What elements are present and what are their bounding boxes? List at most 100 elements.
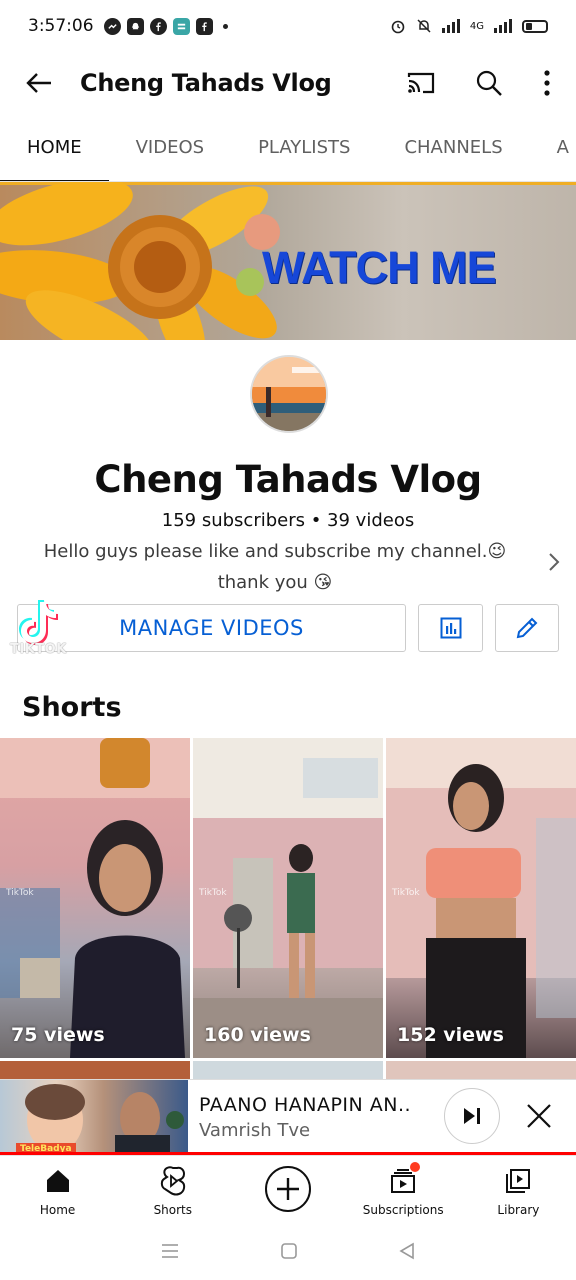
system-navigation-bar <box>0 1225 576 1280</box>
status-system-icons: 4G <box>390 18 548 34</box>
short-thumbnail-image <box>386 738 576 1058</box>
bell-muted-icon <box>417 19 431 33</box>
channel-stats: 159 subscribers • 39 videos <box>161 510 415 531</box>
analytics-icon <box>440 617 461 639</box>
avatar-image <box>252 357 326 431</box>
home-system-button[interactable] <box>280 1242 298 1264</box>
description-line-1: Hello guys please like and subscribe my … <box>43 541 507 562</box>
short-tiktok-watermark: TikTok <box>199 888 227 898</box>
short-thumbnail-image <box>0 738 190 1058</box>
tab-videos[interactable]: VIDEOS <box>109 114 231 181</box>
nav-subscriptions[interactable]: Subscriptions <box>346 1156 461 1226</box>
description-line-2: thank you 😘 <box>217 572 333 593</box>
shorts-icon <box>156 1164 190 1198</box>
back-button[interactable] <box>16 60 62 106</box>
back-arrow-icon <box>26 73 51 93</box>
pencil-icon <box>516 617 538 639</box>
network-type: 4G <box>469 20 484 32</box>
nav-create[interactable] <box>230 1156 345 1226</box>
short-card[interactable]: TikTok 75 views <box>0 738 190 1058</box>
tab-playlists[interactable]: PLAYLISTS <box>231 114 377 181</box>
short-card-peek <box>193 1061 383 1079</box>
short-views: 75 views <box>11 1024 105 1046</box>
home-icon <box>41 1164 75 1198</box>
subscriptions-icon <box>386 1162 421 1198</box>
search-button[interactable] <box>464 58 514 108</box>
edit-channel-button[interactable] <box>495 604 559 652</box>
app-bar-title: Cheng Tahads Vlog <box>80 69 332 97</box>
channel-action-row: MANAGE VIDEOS <box>17 604 559 652</box>
mini-player-info[interactable]: PAANO HANAPIN AN.. Vamrish Tve <box>199 1094 439 1141</box>
nav-subscriptions-label: Subscriptions <box>362 1203 444 1217</box>
shorts-grid: TikTok 75 views TikTok 160 views TikTok … <box>0 738 576 1058</box>
mini-player-play-pause-button[interactable] <box>444 1088 500 1144</box>
teal-app-icon <box>172 17 190 35</box>
more-notifications-dot <box>222 23 228 29</box>
tab-channels[interactable]: CHANNELS <box>377 114 529 181</box>
status-bar: 3:57:06 4G <box>0 0 576 52</box>
tab-home[interactable]: HOME <box>0 114 109 181</box>
app-bar-actions <box>396 58 562 108</box>
cast-button[interactable] <box>396 58 446 108</box>
facebook-icon <box>149 17 167 35</box>
channel-avatar[interactable] <box>250 355 328 433</box>
search-icon <box>476 70 502 96</box>
banner-text: WATCH ME <box>262 242 497 293</box>
signal-icon-2 <box>494 19 512 33</box>
analytics-button[interactable] <box>418 604 483 652</box>
tiktok-watermark-text: TIKTOK <box>10 642 67 657</box>
close-icon <box>527 1104 551 1128</box>
short-thumbnail-image <box>193 738 383 1058</box>
short-card[interactable]: TikTok 160 views <box>193 738 383 1058</box>
more-options-button[interactable] <box>532 58 562 108</box>
create-icon <box>265 1166 311 1212</box>
channel-tabs: HOME VIDEOS PLAYLISTS CHANNELS A <box>0 114 576 182</box>
tab-about[interactable]: A <box>530 114 576 181</box>
signal-icon <box>441 19 460 33</box>
notification-dot <box>410 1162 421 1172</box>
nav-library-label: Library <box>497 1203 540 1217</box>
shorts-next-row-peek <box>0 1061 576 1079</box>
short-tiktok-watermark: TikTok <box>392 888 420 898</box>
channel-description[interactable]: Hello guys please like and subscribe my … <box>20 536 530 598</box>
short-tiktok-watermark: TikTok <box>6 888 34 898</box>
mini-player-thumbnail[interactable]: TeleBadya <box>0 1079 188 1155</box>
status-app-icons <box>103 17 228 35</box>
library-icon <box>501 1164 535 1198</box>
snapchat-icon <box>126 17 144 35</box>
nav-home-label: Home <box>39 1203 76 1217</box>
banner-flower-image <box>0 182 280 340</box>
messenger-icon <box>103 17 121 35</box>
short-views: 160 views <box>204 1024 311 1046</box>
short-card-peek <box>386 1061 576 1079</box>
channel-name: Cheng Tahads Vlog <box>94 458 482 501</box>
status-time: 3:57:06 <box>28 16 94 36</box>
recents-button[interactable] <box>160 1242 180 1264</box>
mini-player-close-button[interactable] <box>520 1096 558 1136</box>
back-system-button[interactable] <box>398 1242 416 1264</box>
channel-banner: WATCH ME <box>0 182 576 340</box>
nav-home[interactable]: Home <box>0 1156 115 1226</box>
battery-icon <box>522 19 548 33</box>
mini-player-channel: Vamrish Tve <box>199 1119 311 1141</box>
short-views: 152 views <box>397 1024 504 1046</box>
menu-lines-icon <box>162 1243 178 1258</box>
more-vertical-icon <box>544 70 550 96</box>
facebook-square-icon <box>195 17 213 35</box>
short-card-peek <box>0 1061 190 1079</box>
square-icon <box>281 1242 297 1259</box>
bottom-navigation: Home Shorts Subscriptions Library <box>0 1155 576 1225</box>
triangle-back-icon <box>399 1242 414 1259</box>
short-card[interactable]: TikTok 152 views <box>386 738 576 1058</box>
nav-shorts-label: Shorts <box>153 1203 193 1217</box>
shorts-section-title: Shorts <box>22 692 122 723</box>
alarm-icon <box>391 20 405 34</box>
cast-icon <box>407 72 435 94</box>
app-bar: Cheng Tahads Vlog <box>0 52 576 114</box>
nav-library[interactable]: Library <box>461 1156 576 1226</box>
mini-player-title: PAANO HANAPIN AN.. <box>199 1093 412 1116</box>
nav-shorts[interactable]: Shorts <box>115 1156 230 1226</box>
chevron-right-icon <box>549 553 560 571</box>
description-expand-button[interactable] <box>544 550 564 574</box>
play-next-icon <box>464 1108 480 1124</box>
